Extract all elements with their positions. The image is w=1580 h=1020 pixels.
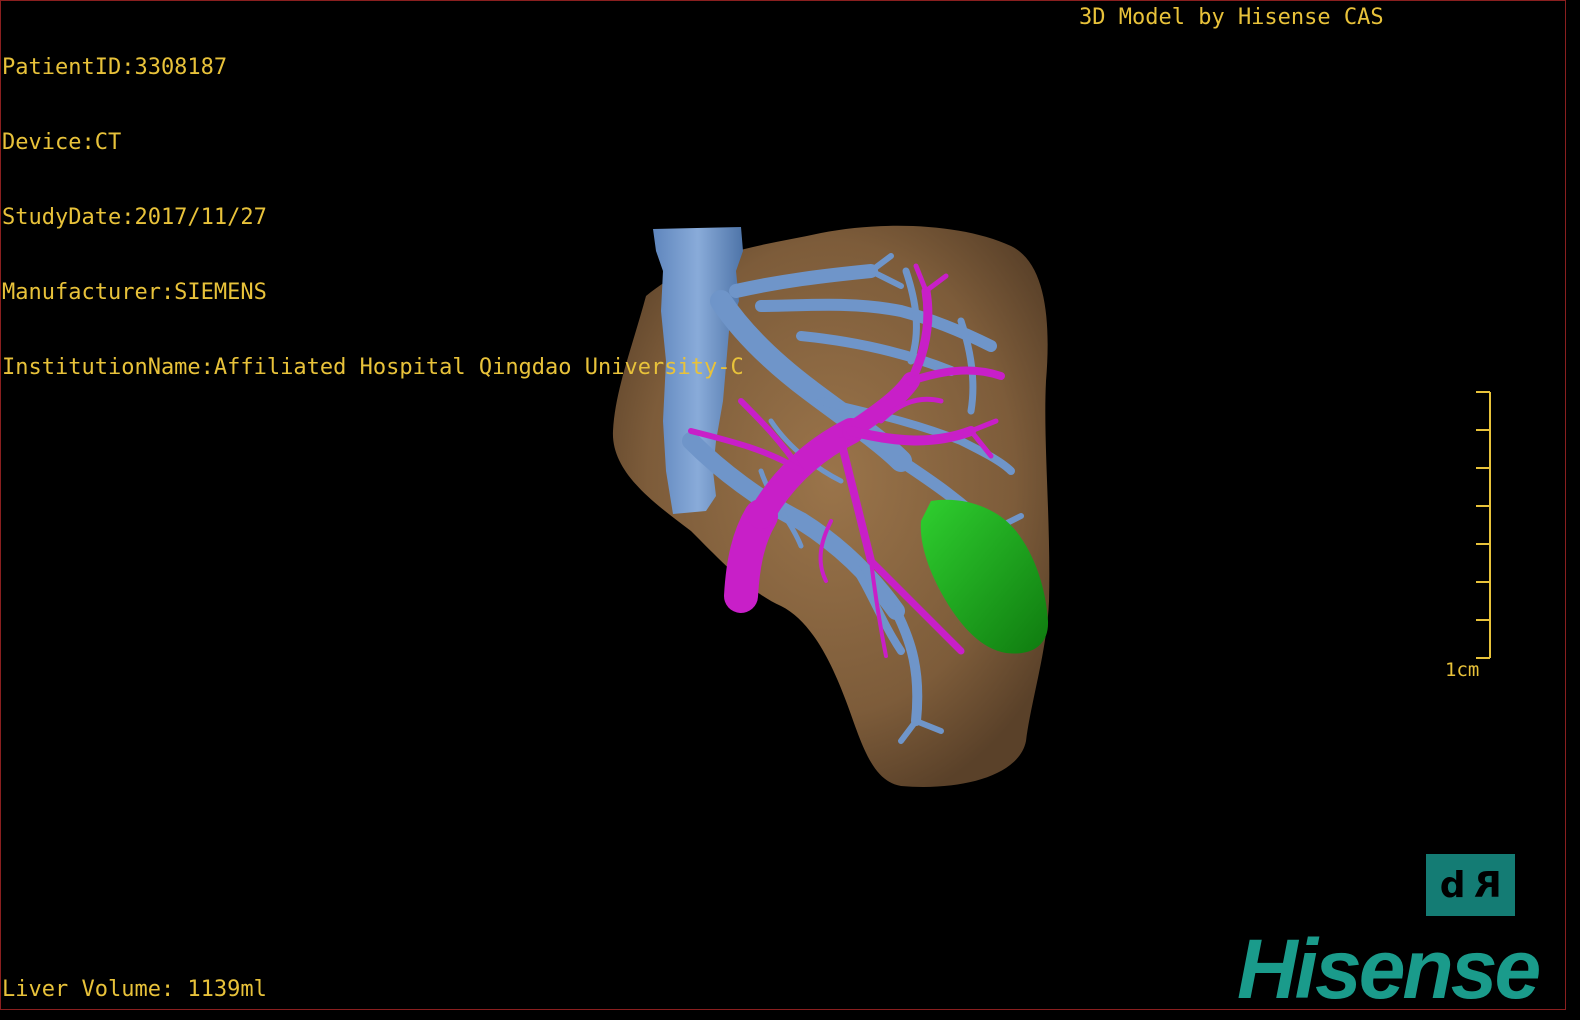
- orientation-widget[interactable]: d R: [1426, 854, 1515, 916]
- patient-id-text: PatientID:3308187: [2, 55, 228, 80]
- hisense-logo: Hisense: [1237, 922, 1541, 1010]
- manufacturer-text: Manufacturer:SIEMENS: [2, 280, 267, 305]
- 3d-render-viewport[interactable]: PatientID:3308187 Device:CT StudyDate:20…: [0, 0, 1566, 1010]
- model-credit-text: 3D Model by Hisense CAS: [1079, 5, 1384, 30]
- scale-bar: [1476, 391, 1491, 659]
- device-text: Device:CT: [2, 130, 122, 155]
- study-info-overlay: PatientID:3308187 Device:CT StudyDate:20…: [2, 5, 744, 430]
- orientation-right-label: R: [1473, 864, 1502, 906]
- orientation-left-label: d: [1439, 864, 1466, 906]
- study-date-text: StudyDate:2017/11/27: [2, 205, 267, 230]
- liver-volume-text: Liver Volume: 1139ml: [2, 977, 267, 1002]
- institution-text: InstitutionName:Affiliated Hospital Qing…: [2, 355, 744, 380]
- scale-label: 1cm: [1445, 659, 1480, 681]
